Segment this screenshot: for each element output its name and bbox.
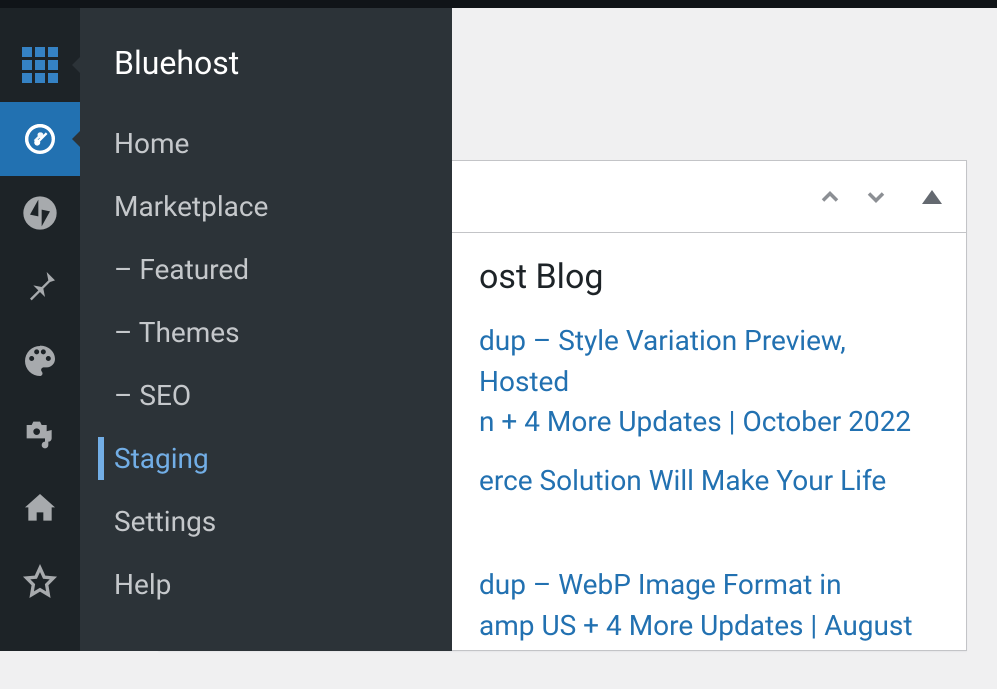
sidebar-item-media[interactable] (0, 398, 80, 472)
admin-sidebar (0, 8, 80, 651)
sidebar-item-jetpack[interactable] (0, 176, 80, 250)
flyout-item-home[interactable]: Home (80, 112, 452, 175)
flyout-title: Bluehost (80, 38, 452, 112)
star-icon (20, 563, 60, 603)
flyout-arrow-icon (72, 55, 82, 75)
media-camera-music-icon (20, 415, 60, 455)
bluehost-grid-icon (20, 45, 60, 85)
home-icon (20, 489, 60, 529)
bluehost-flyout: Bluehost Home Marketplace – Featured – T… (80, 8, 452, 651)
jetpack-icon (20, 193, 60, 233)
flyout-item-staging[interactable]: Staging (80, 427, 452, 490)
dashboard-gauge-icon (20, 119, 60, 159)
flyout-item-seo[interactable]: – SEO (80, 364, 452, 427)
sidebar-item-appearance[interactable] (0, 324, 80, 398)
brush-palette-icon (20, 341, 60, 381)
sidebar-item-pages[interactable] (0, 472, 80, 546)
chevron-down-icon[interactable] (862, 183, 890, 211)
flyout-item-featured[interactable]: – Featured (80, 238, 452, 301)
pin-icon (20, 267, 60, 307)
sidebar-item-feedback[interactable] (0, 546, 80, 620)
sidebar-item-dashboard[interactable] (0, 102, 80, 176)
flyout-item-settings[interactable]: Settings (80, 490, 452, 553)
toggle-triangle-icon[interactable] (922, 190, 942, 204)
admin-topbar (0, 0, 997, 8)
flyout-item-help[interactable]: Help (80, 553, 452, 616)
sidebar-item-posts[interactable] (0, 250, 80, 324)
flyout-item-themes[interactable]: – Themes (80, 301, 452, 364)
flyout-item-marketplace[interactable]: Marketplace (80, 175, 452, 238)
sidebar-item-bluehost[interactable] (0, 28, 80, 102)
chevron-up-icon[interactable] (816, 183, 844, 211)
